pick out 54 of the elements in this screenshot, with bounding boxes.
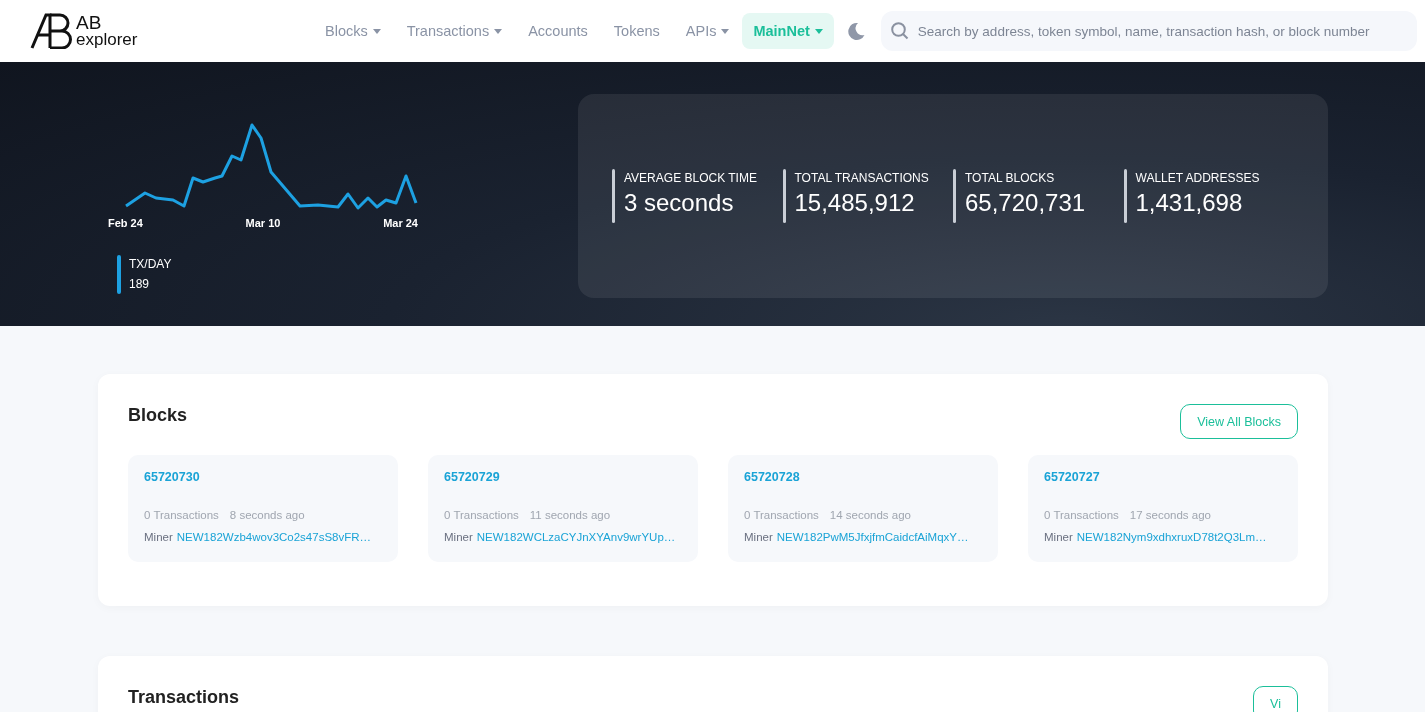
miner-address-link[interactable]: NEW182WCLzaCYJnXYAnv9wrYUp… xyxy=(476,531,676,543)
miner-address-link[interactable]: NEW182PwM5JfxjfmCaidcfAiMqxY… xyxy=(776,531,969,543)
block-age: 14 seconds ago xyxy=(829,509,911,521)
logo-icon xyxy=(30,13,72,49)
search-icon xyxy=(890,22,909,40)
nav-link[interactable]: Tokens xyxy=(600,13,673,49)
transaction-count: 0 Transactions xyxy=(1044,509,1119,521)
legend-label: TX/DAY xyxy=(129,257,172,271)
axis-label: Mar 24 xyxy=(383,217,418,229)
stat-value: 3 seconds xyxy=(624,189,735,217)
legend-bar xyxy=(117,255,121,294)
stat-label: TOTAL BLOCKS xyxy=(965,171,1056,185)
miner-label: Miner xyxy=(444,531,473,543)
stat-bar xyxy=(953,169,956,223)
stat-value: 1,431,698 xyxy=(1135,189,1244,217)
block-number-link[interactable]: 65720728 xyxy=(744,470,982,484)
miner-address-link[interactable]: NEW182Nym9xdhxruxD78t2Q3Lm… xyxy=(1076,531,1267,543)
stat-value: 65,720,731 xyxy=(965,189,1086,217)
block-number-link[interactable]: 65720729 xyxy=(444,470,682,484)
block-age: 8 seconds ago xyxy=(229,509,305,521)
legend-value: 189 xyxy=(129,277,151,291)
stat-label: TOTAL TRANSACTIONS xyxy=(794,171,929,185)
view-all-button[interactable]: View All Blocks xyxy=(1180,404,1298,439)
stat-bar xyxy=(782,169,786,223)
transaction-count: 0 Transactions xyxy=(744,509,819,521)
nav-link[interactable]: Blocks xyxy=(312,13,394,49)
stat-label: AVERAGE BLOCK TIME xyxy=(624,171,757,185)
stat-label: WALLET ADDRESSES xyxy=(1135,171,1260,185)
miner-address-link[interactable]: NEW182Wzb4wov3Co2s47sS8vFR… xyxy=(176,531,372,543)
stat-value: 15,485,912 xyxy=(794,189,916,217)
section-title: Blocks xyxy=(128,404,188,426)
stat-bar xyxy=(1123,169,1127,223)
miner-label: Miner xyxy=(1044,531,1073,543)
nav-link[interactable]: APIs xyxy=(672,13,743,49)
transaction-count: 0 Transactions xyxy=(144,509,219,521)
nav-link[interactable]: Transactions xyxy=(393,13,516,49)
block-number-link[interactable]: 65720727 xyxy=(1044,470,1282,484)
logo-title: AB xyxy=(76,14,103,31)
axis-label: Mar 10 xyxy=(245,217,281,229)
search-field[interactable]: Search by address, token symbol, name, transaction hash, or block number xyxy=(880,11,1417,51)
nav-link[interactable]: MainNet xyxy=(742,13,834,49)
stat-bar xyxy=(612,169,615,223)
block-age: 11 seconds ago xyxy=(529,509,611,521)
view-all-button[interactable]: Vi xyxy=(1253,686,1298,712)
logo-subtitle: explorer xyxy=(76,31,138,48)
moon-icon[interactable] xyxy=(847,22,865,40)
block-age: 17 seconds ago xyxy=(1129,509,1211,521)
miner-label: Miner xyxy=(744,531,773,543)
nav-link[interactable]: Accounts xyxy=(515,13,601,49)
section-title: Transactions xyxy=(128,686,240,708)
miner-label: Miner xyxy=(144,531,173,543)
block-number-link[interactable]: 65720730 xyxy=(144,470,382,484)
transaction-count: 0 Transactions xyxy=(444,509,519,521)
axis-label: Feb 24 xyxy=(108,217,143,229)
